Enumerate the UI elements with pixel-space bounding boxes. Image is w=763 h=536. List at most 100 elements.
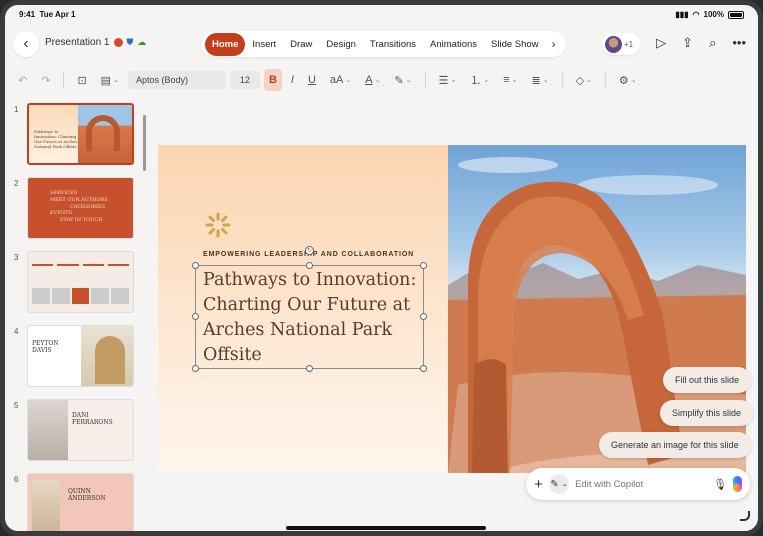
resize-handle[interactable] [420, 262, 427, 269]
copilot-bar: + ✎⌄ 🎙 [526, 468, 750, 500]
collaborator-count: +1 [624, 39, 634, 49]
play-icon[interactable]: ▷ [656, 35, 666, 51]
divider [561, 72, 563, 88]
status-bar: 9:41 Tue Apr 1 ▮▮▮ ◠ 100% [5, 5, 758, 27]
status-indicators: ▮▮▮ ◠ 100% [675, 10, 744, 19]
tab-animations[interactable]: Animations [423, 33, 484, 56]
tab-home[interactable]: Home [205, 32, 246, 56]
home-ribbon: ↶ ↷ ⊡ ▤ ⌄ Aptos (Body) 12 B I U aA ⌄ A ⌄ ✎ ⌄… [5, 65, 758, 95]
highlight-icon[interactable]: ✎ ⌄ [389, 69, 416, 91]
text-direction-icon[interactable]: ≡ ⌄ [498, 69, 522, 91]
chevron-down-icon: ⌄ [561, 481, 568, 488]
document-title[interactable]: Presentation 1 ⛊ ☁ [45, 37, 146, 48]
more-icon[interactable]: ••• [732, 35, 746, 51]
thumbnail-row[interactable]: 3 [5, 251, 145, 315]
cellular-icon: ▮▮▮ [675, 10, 689, 19]
align-icon[interactable]: ≣ ⌄ [526, 69, 553, 91]
title-actions: ▷ ⇪ ⌕ ••• [656, 35, 746, 51]
resize-handle[interactable] [192, 313, 199, 320]
microphone-icon[interactable]: 🎙 [713, 478, 727, 491]
italic-button[interactable]: I [286, 69, 299, 91]
slide-text-panel: EMPOWERING LEADERSHIP AND COLLABORATION … [158, 145, 448, 473]
rotate-handle[interactable]: ↻ [305, 246, 314, 255]
shield-icon: ⛊ [126, 37, 134, 47]
slide-number: 5 [14, 401, 19, 410]
search-icon[interactable]: ⌕ [709, 35, 716, 51]
slide-title[interactable]: Pathways to Innovation: Charting Our Fut… [203, 268, 433, 368]
thumbnail-name: DANI FERRARONS [72, 412, 113, 427]
bold-button[interactable]: B [263, 69, 282, 91]
resize-handle[interactable] [192, 365, 199, 372]
slide-number: 1 [14, 105, 19, 114]
thumbnail-row[interactable]: 4 PEYTON DAVIS [5, 325, 145, 389]
resize-handle[interactable] [306, 262, 313, 269]
slide-thumbnail-3[interactable] [27, 251, 134, 313]
divider [424, 72, 426, 88]
layout-icon[interactable]: ▤ ⌄ [96, 69, 124, 91]
shapes-icon[interactable]: ◇ ⌄ [571, 69, 597, 91]
thumbnail-scrollbar[interactable] [143, 115, 146, 171]
resize-handle[interactable] [306, 365, 313, 372]
thumbnail-name: QUINN ANDERSON [68, 488, 106, 503]
designer-icon[interactable]: ⚙ ⌄ [614, 69, 642, 91]
new-slide-icon[interactable]: ⊡ [72, 69, 91, 91]
battery-icon [728, 10, 744, 19]
suggestion-generate-image[interactable]: Generate an image for this slide [599, 432, 751, 458]
font-size-field[interactable]: 12 [229, 71, 260, 89]
copilot-icon[interactable] [733, 476, 743, 492]
tab-design[interactable]: Design [319, 33, 363, 56]
suggestion-fill-out-slide[interactable]: Fill out this slide [663, 367, 752, 393]
underline-button[interactable]: U [303, 69, 321, 91]
slide-number: 4 [14, 327, 19, 336]
cloud-sync-icon: ☁ [137, 37, 147, 47]
slide-thumbnail-1[interactable]: Pathways to Innovation: Charting Our Fut… [27, 103, 134, 165]
status-time: 9:41 Tue Apr 1 [19, 10, 76, 19]
arch-shape [86, 115, 120, 151]
slide-number: 3 [14, 253, 19, 262]
undo-icon[interactable]: ↶ [13, 69, 32, 91]
thumbnail-row[interactable]: 1 Pathways to Innovation: Charting Our F… [5, 103, 145, 167]
add-icon[interactable]: + [534, 476, 543, 493]
slide-canvas[interactable]: EMPOWERING LEADERSHIP AND COLLABORATION … [158, 145, 746, 473]
tab-draw[interactable]: Draw [283, 33, 319, 56]
font-family-field[interactable]: Aptos (Body) [127, 71, 226, 89]
thumbnail-title: Pathways to Innovation: Charting Our Fut… [34, 129, 78, 149]
suggestion-simplify-slide[interactable]: Simplify this slide [660, 400, 754, 426]
slide-thumbnail-5[interactable]: DANI FERRARONS [27, 399, 134, 461]
font-size-adjust-icon[interactable]: aA ⌄ [325, 69, 356, 91]
collaborators-button[interactable]: +1 [602, 33, 640, 55]
resize-handle[interactable] [420, 313, 427, 320]
tab-slide-show[interactable]: Slide Show [484, 33, 546, 56]
bullets-icon[interactable]: ☰ ⌄ [434, 69, 462, 91]
thumbnail-row[interactable]: 2 SERVICES MEET OUR AUTHORS CATEGORIES E… [5, 177, 145, 241]
chevron-down-icon [113, 38, 123, 47]
chevron-right-icon[interactable]: › [546, 37, 562, 51]
slide-thumbnails: 1 Pathways to Innovation: Charting Our F… [5, 99, 151, 531]
resize-handle[interactable] [192, 262, 199, 269]
window-resize-handle[interactable] [740, 511, 750, 521]
home-indicator[interactable] [286, 526, 486, 530]
slide-thumbnail-4[interactable]: PEYTON DAVIS [27, 325, 134, 387]
slide-thumbnail-6[interactable]: QUINN ANDERSON [27, 473, 134, 531]
thumbnail-row[interactable]: 6 QUINN ANDERSON [5, 473, 145, 531]
font-color-icon[interactable]: A ⌄ [360, 69, 385, 91]
share-icon[interactable]: ⇪ [682, 35, 693, 51]
title-bar: ‹ Presentation 1 ⛊ ☁ Home Insert Draw De… [5, 27, 758, 61]
redo-icon[interactable]: ↷ [36, 69, 55, 91]
pen-icon: ✎ [550, 478, 559, 490]
avatar [605, 35, 622, 53]
copilot-input[interactable] [575, 478, 708, 490]
slide-thumbnail-2[interactable]: SERVICES MEET OUR AUTHORS CATEGORIES EVE… [27, 177, 134, 239]
tab-transitions[interactable]: Transitions [363, 33, 423, 56]
wifi-icon: ◠ [692, 10, 700, 19]
resize-handle[interactable] [420, 365, 427, 372]
slide-number: 6 [14, 475, 19, 484]
tab-insert[interactable]: Insert [245, 33, 283, 56]
back-button[interactable]: ‹ [13, 31, 39, 57]
thumbnail-menu: SERVICES MEET OUR AUTHORS CATEGORIES EVE… [50, 190, 108, 223]
edit-mode-button[interactable]: ✎ ⌄ [548, 474, 570, 494]
thumbnail-columns [32, 264, 129, 272]
thumbnail-row[interactable]: 5 DANI FERRARONS [5, 399, 145, 463]
numbering-icon[interactable]: ⒈ ⌄ [465, 69, 494, 91]
thumbnail-photo [28, 400, 68, 460]
